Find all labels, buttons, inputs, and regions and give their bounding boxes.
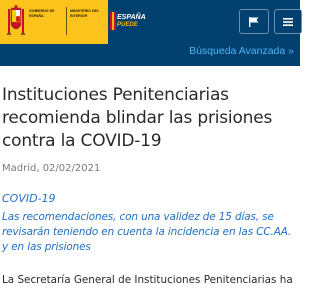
menu-icon <box>283 17 293 26</box>
article-date: Madrid, 02/02/2021 <box>2 163 101 174</box>
government-label: Gobierno de España <box>29 9 55 18</box>
article-category[interactable]: COVID-19 <box>2 192 294 205</box>
logo-divider <box>66 7 67 35</box>
coat-of-arms-icon <box>7 5 25 35</box>
government-logo[interactable]: Gobierno de España Ministerio del Interi… <box>0 0 108 44</box>
site-header: Gobierno de España Ministerio del Interi… <box>0 0 302 66</box>
article-body: La Secretaría General de Instituciones P… <box>2 274 293 286</box>
article-summary: Las recomendaciones, con una validez de … <box>2 211 292 253</box>
advanced-search-link[interactable]: Búsqueda Avanzada » <box>189 45 294 57</box>
article: Instituciones Penitenciarias recomienda … <box>0 84 300 288</box>
flag-icon <box>249 16 259 27</box>
article-title: Instituciones Penitenciarias recomienda … <box>2 85 273 151</box>
language-button[interactable] <box>239 9 269 34</box>
ministry-label: Ministerio del Interior <box>70 9 100 18</box>
menu-button[interactable] <box>274 9 302 34</box>
espana-puede-mark-icon <box>110 12 116 30</box>
brand-line-puede: PUEDE <box>117 22 138 28</box>
brand-line-espana: ESPAÑA <box>117 14 146 21</box>
